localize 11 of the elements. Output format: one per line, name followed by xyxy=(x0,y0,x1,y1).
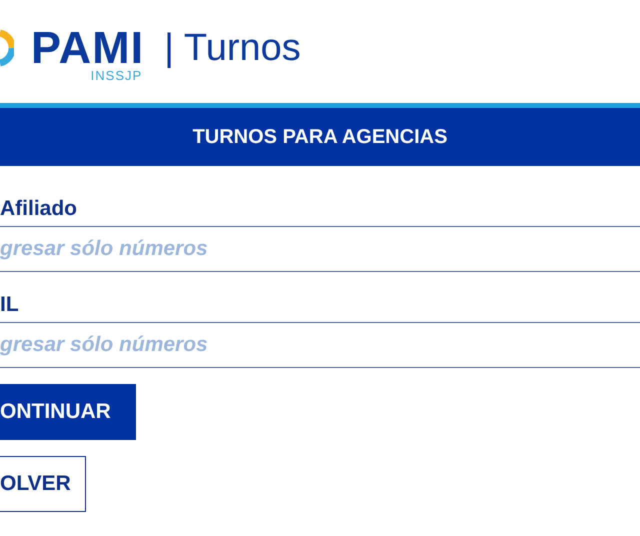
logo-text: PAMI xyxy=(31,28,144,68)
field-label: IL xyxy=(0,292,19,318)
form-title: TURNOS PARA AGENCIAS xyxy=(192,126,448,148)
continue-button[interactable]: ONTINUAR xyxy=(0,384,136,440)
input-field[interactable]: gresar sólo números xyxy=(0,322,640,368)
app-title: | Turnos xyxy=(164,28,301,68)
logo-icon xyxy=(0,29,14,67)
input-field[interactable]: gresar sólo números xyxy=(0,226,640,272)
field-label: Afiliado xyxy=(0,196,77,222)
back-button[interactable]: OLVER xyxy=(0,456,86,512)
logo-subtitle: INSSJP xyxy=(90,68,142,83)
